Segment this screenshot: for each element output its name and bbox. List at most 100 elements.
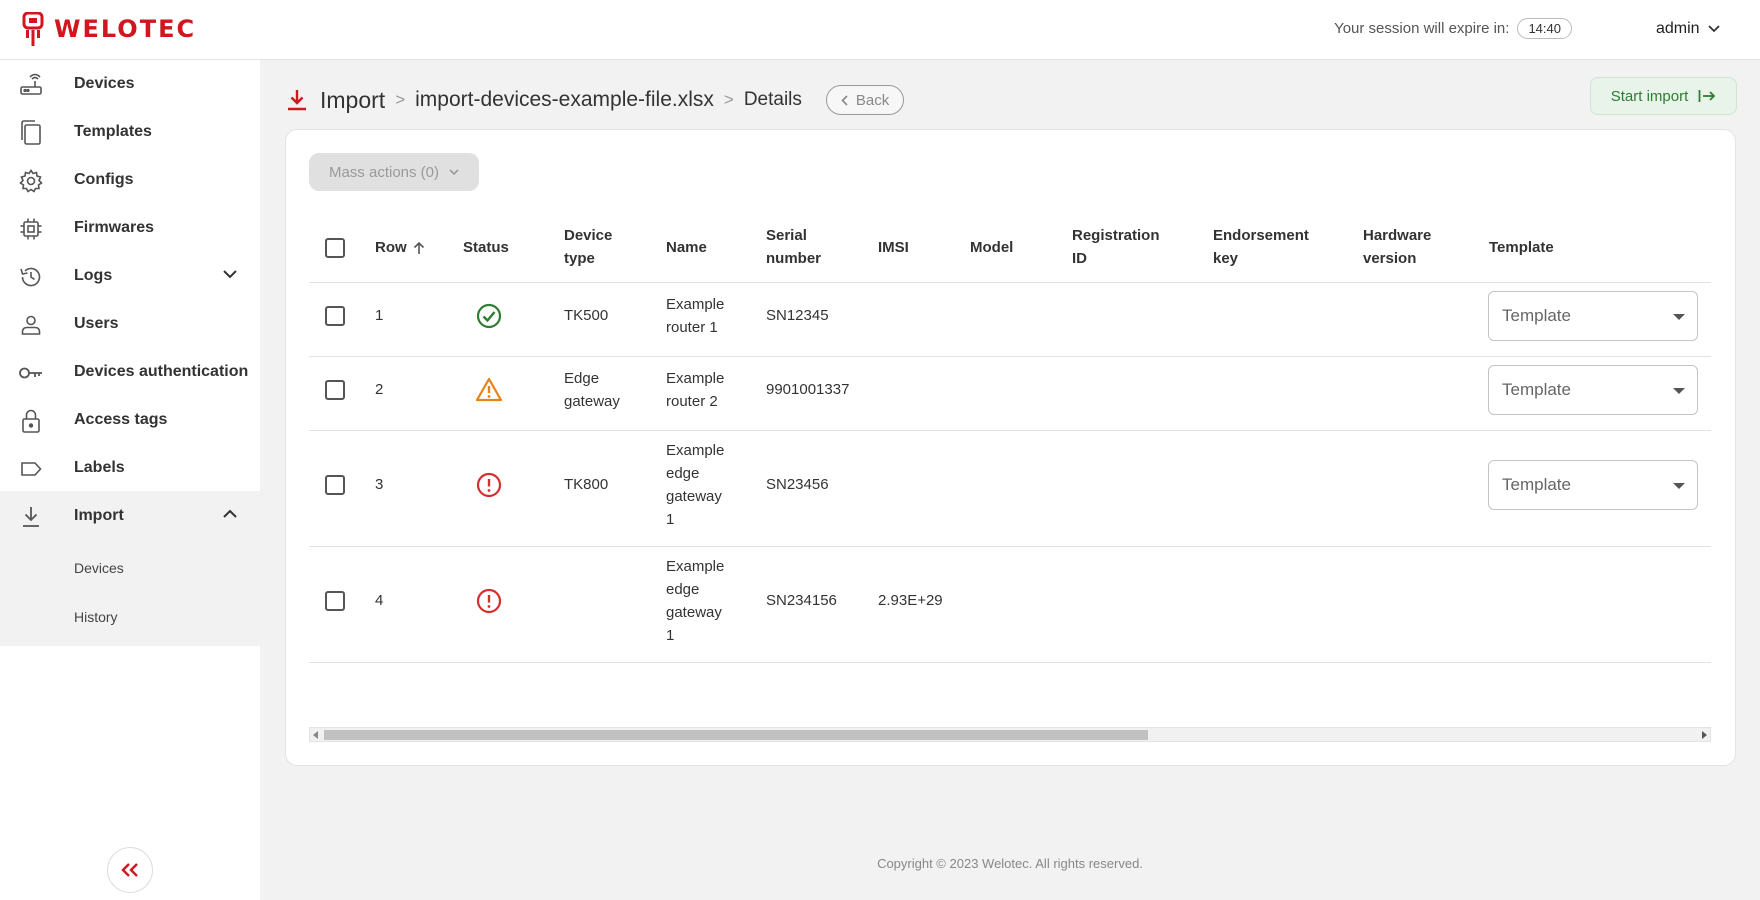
cell-name: Example router 1 [666,293,724,339]
welotec-logo[interactable]: WELOTEC [22,12,196,46]
row-checkbox[interactable] [325,306,345,326]
cell-name-line4: 1 [666,511,675,528]
sidebar-item-devices-authentication[interactable]: Devices authentication [0,348,260,396]
column-header-imsi[interactable]: IMSI [878,236,909,259]
mass-actions-label: Mass actions (0) [328,163,440,181]
column-header-name[interactable]: Name [666,236,707,259]
sidebar-item-configs[interactable]: Configs [0,156,260,204]
template-select[interactable]: Template [1488,460,1698,510]
row-checkbox[interactable] [325,591,345,611]
start-import-button[interactable]: Start import [1590,77,1737,115]
download-icon [288,90,306,111]
template-select[interactable]: Template [1488,291,1698,341]
user-icon [18,312,44,338]
page-title[interactable]: Import [320,87,385,114]
sidebar-subitem-import-devices[interactable]: Devices [74,560,124,576]
cell-serial: SN234156 [766,592,837,609]
scroll-right-icon[interactable] [1702,731,1707,739]
row-checkbox[interactable] [325,380,345,400]
row-divider [309,546,1711,547]
sidebar-label-firmwares: Firmwares [74,219,155,236]
sidebar-item-templates[interactable]: Templates [0,108,260,156]
back-button[interactable]: Back [825,85,905,115]
sidebar-label-devices: Devices [74,75,135,92]
horizontal-scrollbar[interactable] [309,727,1711,742]
template-select-value: Template [1502,306,1571,325]
sidebar: Devices Templates Configs Firmwares Logs… [0,60,260,900]
arrow-right-to-line-icon [1698,90,1716,102]
breadcrumb-separator: > [723,90,734,109]
arrow-up-icon [413,241,424,254]
column-header-serial[interactable]: Serial number [766,224,821,270]
dropdown-caret-icon [1673,483,1685,489]
cell-name-line2: router 2 [666,393,718,410]
sidebar-item-users[interactable]: Users [0,300,260,348]
cell-name: Example edge gateway 1 [666,439,724,531]
cell-device-type: TK500 [564,307,609,324]
sidebar-item-access-tags[interactable]: Access tags [0,396,260,444]
user-menu[interactable]: admin [1656,20,1720,38]
scroll-left-icon[interactable] [313,731,318,739]
sidebar-label-templates: Templates [74,123,152,140]
error-icon [476,588,502,614]
breadcrumb: Import > import-devices-example-file.xls… [286,82,905,118]
cell-name-line2: edge [666,465,700,482]
column-header-registration-line1: Registration [1072,227,1160,244]
back-label: Back [855,91,890,109]
column-header-registration-line2: ID [1072,250,1087,267]
column-header-registration-id[interactable]: Registration ID [1072,224,1160,270]
mass-actions-button: Mass actions (0) [309,153,479,191]
cell-device-type-line2: gateway [564,393,620,410]
sidebar-item-logs[interactable]: Logs [0,252,260,300]
history-icon [18,264,44,290]
sidebar-item-devices[interactable]: Devices [0,60,260,108]
sidebar-label-configs: Configs [74,171,134,188]
row-divider [309,356,1711,357]
warning-icon [475,377,503,402]
column-header-hardware-version[interactable]: Hardware version [1363,224,1431,270]
breadcrumb-file[interactable]: import-devices-example-file.xlsx [415,88,714,112]
cell-name-line3: gateway [666,488,722,505]
column-header-status[interactable]: Status [463,236,509,259]
cell-name: Example edge gateway 1 [666,555,724,647]
sidebar-item-firmwares[interactable]: Firmwares [0,204,260,252]
router-icon [18,72,44,98]
cell-name-line1: Example [666,558,725,575]
cell-row: 2 [375,381,384,398]
gear-icon [18,168,44,194]
key-icon [18,360,44,386]
sidebar-label-devices-authentication: Devices authentication [74,363,249,380]
sidebar-label-logs: Logs [74,267,113,284]
download-icon [18,504,44,530]
collapse-sidebar-button[interactable] [107,847,153,893]
brand-name: WELOTEC [54,15,197,43]
cell-serial: SN12345 [766,307,829,324]
sidebar-subitem-import-history[interactable]: History [74,609,118,625]
cell-name-line1: Example [666,370,725,387]
chevron-down-icon [1707,25,1720,33]
column-header-template[interactable]: Template [1489,236,1554,259]
session-timer: Your session will expire in: 14:40 [1334,18,1572,39]
column-header-endorsement-key[interactable]: Endorsement key [1213,224,1309,270]
scrollbar-thumb[interactable] [324,730,1148,740]
label-icon [18,456,44,482]
sidebar-label-labels: Labels [74,459,125,476]
select-all-checkbox[interactable] [325,238,345,258]
cell-device-type: TK800 [564,476,609,493]
row-checkbox[interactable] [325,475,345,495]
error-icon [476,472,502,498]
template-select-value: Template [1502,380,1571,399]
column-header-device-type[interactable]: Device type [564,224,612,270]
row-divider [309,430,1711,431]
sidebar-item-import[interactable]: Import [0,492,260,540]
column-header-row[interactable]: Row [375,236,425,259]
session-label: Your session will expire in: [1334,20,1510,37]
template-select[interactable]: Template [1488,365,1698,415]
column-header-hardware-line2: version [1363,250,1417,267]
cell-row: 4 [375,592,384,609]
top-header: WELOTEC Your session will expire in: 14:… [0,0,1760,60]
sidebar-item-labels[interactable]: Labels [0,444,260,492]
chevron-down-icon [223,270,237,279]
dropdown-caret-icon [1673,388,1685,394]
column-header-model[interactable]: Model [970,236,1013,259]
